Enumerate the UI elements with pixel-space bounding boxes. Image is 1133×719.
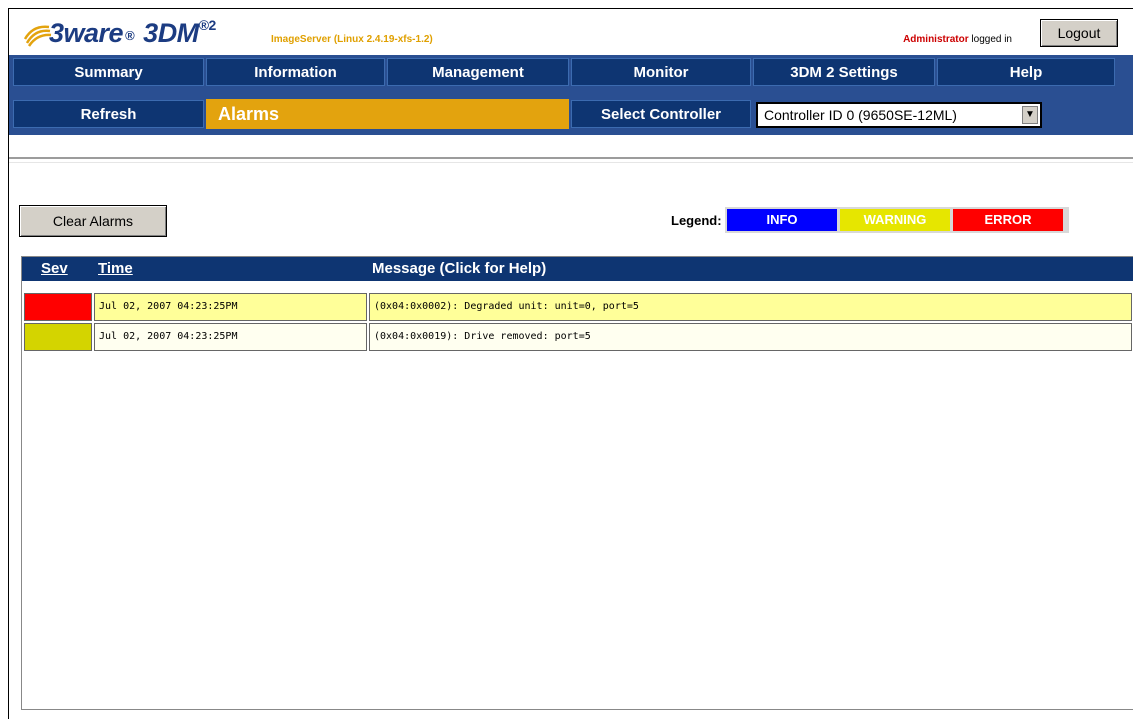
alarms-table: Sev Time Message (Click for Help) Jul 02…	[21, 256, 1133, 710]
logout-button[interactable]: Logout	[1040, 19, 1118, 47]
logo-3dm: 3DM	[143, 18, 199, 48]
separator	[9, 157, 1133, 163]
chevron-down-icon[interactable]: ▼	[1022, 106, 1038, 124]
severity-indicator	[24, 293, 92, 321]
header: 3ware ® 3DM®2 ImageServer (Linux 2.4.19-x…	[9, 9, 1133, 55]
severity-indicator	[24, 323, 92, 351]
alarm-time: Jul 02, 2007 04:23:25PM	[94, 323, 367, 351]
select-controller-label: Select Controller	[571, 100, 751, 128]
nav-management[interactable]: Management	[387, 58, 569, 86]
alarm-message[interactable]: (0x04:0x0019): Drive removed: port=5	[369, 323, 1132, 351]
legend-info: INFO	[727, 209, 837, 231]
logo-superscript: ®2	[198, 17, 217, 33]
message-column-header: Message (Click for Help)	[372, 260, 547, 277]
controller-select-value: Controller ID 0 (9650SE-12ML)	[764, 107, 957, 123]
server-info: ImageServer (Linux 2.4.19-xfs-1.2)	[271, 34, 433, 45]
nav-monitor[interactable]: Monitor	[571, 58, 751, 86]
legend-error: ERROR	[953, 209, 1063, 231]
login-status: Administrator logged in	[903, 34, 1012, 45]
nav-3dm-settings[interactable]: 3DM 2 Settings	[753, 58, 935, 86]
controller-select[interactable]: Controller ID 0 (9650SE-12ML) ▼	[756, 102, 1042, 128]
table-row: Jul 02, 2007 04:23:25PM (0x04:0x0019): D…	[24, 323, 1132, 353]
logo-reg-mark: ®	[125, 28, 135, 43]
nav-summary[interactable]: Summary	[13, 58, 204, 86]
nav-help[interactable]: Help	[937, 58, 1115, 86]
table-header: Sev Time Message (Click for Help)	[22, 257, 1133, 281]
logo-3ware: 3ware	[49, 18, 124, 48]
legend-warning: WARNING	[840, 209, 950, 231]
nav-alarms-active[interactable]: Alarms	[206, 99, 569, 129]
legend-label: Legend:	[671, 213, 722, 228]
app-logo: 3ware ® 3DM®2	[49, 17, 216, 49]
alarm-message[interactable]: (0x04:0x0002): Degraded unit: unit=0, po…	[369, 293, 1132, 321]
time-column-header[interactable]: Time	[98, 260, 133, 277]
table-row: Jul 02, 2007 04:23:25PM (0x04:0x0002): D…	[24, 293, 1132, 323]
logged-in-text: logged in	[971, 34, 1012, 45]
nav-information[interactable]: Information	[206, 58, 385, 86]
admin-name: Administrator	[903, 34, 969, 45]
app-frame: 3ware ® 3DM®2 ImageServer (Linux 2.4.19-x…	[8, 8, 1133, 719]
nav-refresh[interactable]: Refresh	[13, 100, 204, 128]
sev-column-header[interactable]: Sev	[41, 260, 68, 277]
alarm-time: Jul 02, 2007 04:23:25PM	[94, 293, 367, 321]
clear-alarms-button[interactable]: Clear Alarms	[19, 205, 167, 237]
